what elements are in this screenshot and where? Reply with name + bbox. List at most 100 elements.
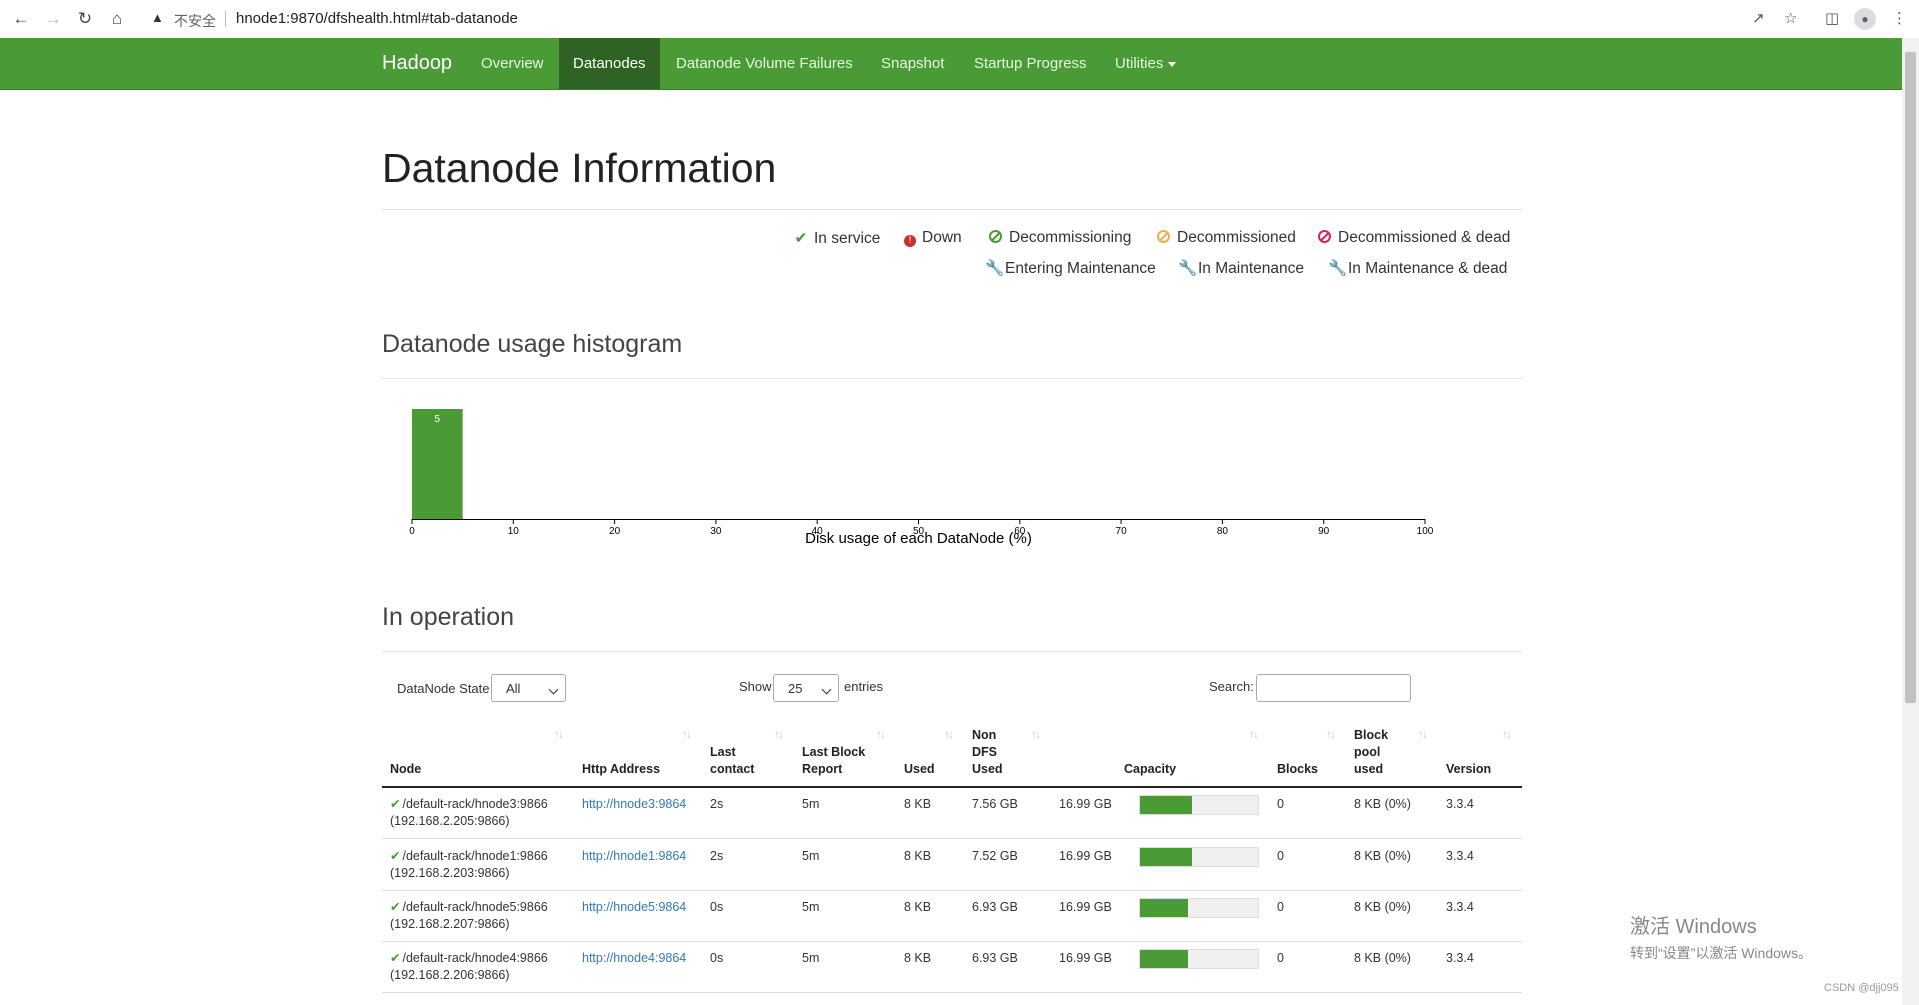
page-scrollbar[interactable] [1902, 38, 1919, 1005]
histogram-bar-label: 5 [435, 414, 441, 425]
legend-decommissioned-dead: Decommissioned & dead [1318, 229, 1510, 247]
sort-icon[interactable]: ↑↓ [774, 727, 784, 741]
nav-utilities[interactable]: Utilities [1101, 38, 1190, 89]
http-address-link[interactable]: http://hnode5:9864 [582, 899, 686, 916]
sidepanel-icon[interactable]: ◫ [1825, 9, 1839, 27]
check-icon: ✔ [390, 797, 401, 811]
state-filter-label: DataNode State [397, 681, 490, 696]
legend-decommissioned: Decommissioned [1157, 229, 1296, 247]
header-rule [382, 786, 1522, 788]
last-block-report: 5m [802, 797, 820, 811]
row-divider [382, 992, 1522, 993]
ban-icon-orange [1157, 230, 1170, 243]
non-dfs-used: 7.56 GB [972, 797, 1018, 811]
th-last-block-report[interactable]: Last Block Report [802, 744, 877, 778]
star-icon[interactable]: ☆ [1784, 9, 1797, 27]
th-block-pool-used[interactable]: Block pool used [1354, 727, 1399, 778]
sort-icon[interactable]: ↑↓ [1326, 727, 1336, 741]
check-icon: ✔ [390, 951, 401, 965]
version: 3.3.4 [1446, 951, 1474, 965]
sort-icon[interactable]: ↑↓ [1031, 727, 1041, 741]
node-cell: ✔/default-rack/hnode4:9866 (192.168.2.206… [390, 950, 548, 984]
sort-icon[interactable]: ↑↓ [1502, 727, 1512, 741]
row-divider [382, 941, 1522, 942]
node-cell: ✔/default-rack/hnode5:9866 (192.168.2.207… [390, 899, 548, 933]
http-address-link[interactable]: http://hnode1:9864 [582, 848, 686, 865]
legend-in-maintenance-dead-label: In Maintenance & dead [1348, 260, 1508, 277]
node-ip: (192.168.2.205:9866) [390, 814, 510, 828]
legend-decommissioning-label: Decommissioning [1009, 229, 1132, 246]
capacity: 16.99 GB [1059, 900, 1112, 914]
warning-icon: ▲ [151, 10, 164, 25]
home-icon[interactable]: ⌂ [106, 8, 128, 30]
search-input[interactable] [1256, 674, 1411, 702]
forward-icon[interactable]: → [42, 8, 64, 30]
title-divider [382, 209, 1522, 210]
legend-in-maintenance-dead: 🔧In Maintenance & dead [1328, 259, 1507, 278]
th-blocks[interactable]: Blocks [1277, 761, 1318, 778]
state-filter-value: All [506, 681, 521, 696]
last-contact: 0s [710, 900, 724, 914]
back-icon[interactable]: ← [10, 8, 32, 30]
ban-icon-green [989, 230, 1002, 243]
capacity-bar-fill [1140, 796, 1192, 814]
sort-icon[interactable]: ↑↓ [944, 727, 954, 741]
last-contact: 2s [710, 797, 724, 811]
wrench-icon-green: 🔧 [985, 260, 1005, 277]
browser-toolbar: ← → ↻ ⌂ ▲ 不安全 hnode1:9870/dfshealth.html… [0, 0, 1919, 39]
hadoop-navbar: Hadoop Overview Datanodes Datanode Volum… [0, 38, 1902, 90]
http-address-link[interactable]: http://hnode4:9864 [582, 950, 686, 967]
http-address-link[interactable]: http://hnode3:9864 [582, 796, 686, 813]
reload-icon[interactable]: ↻ [74, 8, 96, 30]
last-block-report: 5m [802, 849, 820, 863]
row-divider [382, 838, 1522, 839]
profile-avatar[interactable]: ● [1854, 8, 1876, 30]
th-node[interactable]: Node [390, 761, 421, 778]
legend-down-label: Down [922, 229, 962, 246]
nav-snapshot[interactable]: Snapshot [867, 38, 958, 89]
page-length-select[interactable]: 25 [773, 674, 839, 702]
th-version[interactable]: Version [1446, 761, 1491, 778]
address-separator [225, 11, 226, 27]
entries-label: entries [844, 679, 884, 694]
nav-datanodes[interactable]: Datanodes [559, 38, 660, 89]
legend-down: ! Down [904, 229, 962, 247]
scrollbar-thumb[interactable] [1905, 52, 1916, 703]
sort-icon[interactable]: ↑↓ [682, 727, 692, 741]
capacity-bar-fill [1140, 899, 1189, 917]
sort-icon[interactable]: ↑↓ [554, 727, 564, 741]
sort-icon[interactable]: ↑↓ [1249, 727, 1259, 741]
operation-heading: In operation [382, 603, 515, 631]
x-tick-label: 0 [409, 526, 415, 537]
th-capacity[interactable]: Capacity [1124, 761, 1176, 778]
exclamation-circle-icon: ! [904, 235, 916, 247]
histogram-divider [382, 378, 1522, 379]
sort-icon[interactable]: ↑↓ [876, 727, 886, 741]
nav-volume-failures[interactable]: Datanode Volume Failures [662, 38, 867, 89]
menu-kebab-icon[interactable]: ⋮ [1892, 9, 1907, 27]
th-non-dfs-used[interactable]: Non DFS Used [972, 727, 1012, 778]
capacity-bar-fill [1140, 848, 1192, 866]
state-filter-select[interactable]: All [491, 674, 566, 702]
th-used[interactable]: Used [904, 761, 935, 778]
th-last-contact[interactable]: Last contact [710, 744, 770, 778]
version: 3.3.4 [1446, 900, 1474, 914]
share-icon[interactable]: ↗ [1752, 9, 1765, 27]
blocks: 0 [1277, 900, 1284, 914]
legend-in-service: ✔ In service [794, 229, 881, 248]
brand-hadoop[interactable]: Hadoop [382, 52, 452, 75]
url-text[interactable]: hnode1:9870/dfshealth.html#tab-datanode [236, 10, 518, 27]
block-pool-used: 8 KB (0%) [1354, 849, 1411, 863]
th-http-address[interactable]: Http Address [582, 761, 660, 778]
page-title: Datanode Information [382, 145, 777, 191]
watermark-line2: 转到“设置”以激活 Windows。 [1630, 945, 1813, 961]
nav-startup-progress[interactable]: Startup Progress [960, 38, 1101, 89]
x-tick-label: 70 [1116, 526, 1128, 537]
address-bar[interactable]: ▲ 不安全 hnode1:9870/dfshealth.html#tab-dat… [141, 5, 1741, 33]
legend-decommissioned-label: Decommissioned [1177, 229, 1296, 246]
capacity-bar [1139, 847, 1259, 867]
nav-overview[interactable]: Overview [467, 38, 558, 89]
sort-icon[interactable]: ↑↓ [1418, 727, 1428, 741]
show-label: Show [739, 679, 772, 694]
check-icon: ✔ [390, 849, 401, 863]
